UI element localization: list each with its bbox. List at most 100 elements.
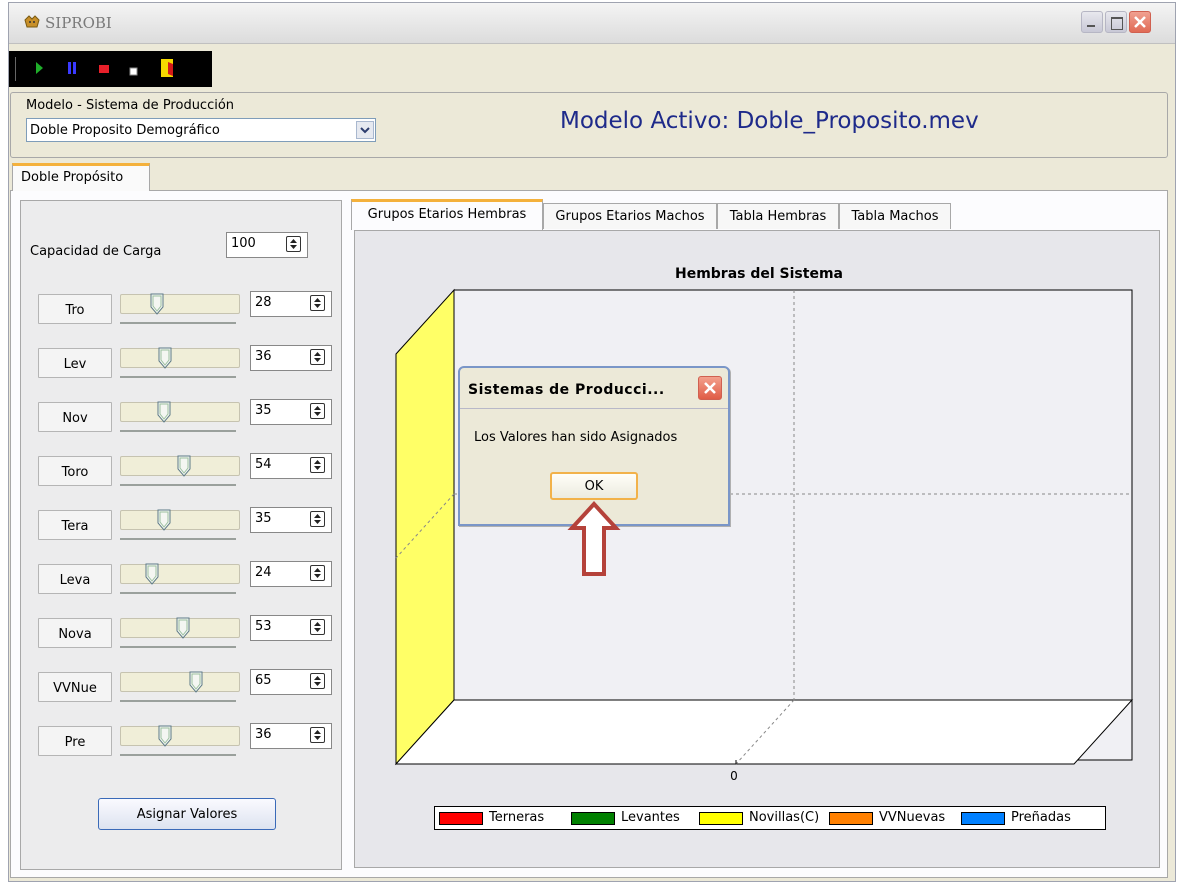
param-spinner-tro[interactable]: 28 xyxy=(250,291,332,317)
param-button-nova[interactable]: Nova xyxy=(38,618,112,648)
spinner-arrows-icon[interactable] xyxy=(310,403,325,419)
slider-thumb-icon[interactable] xyxy=(158,347,172,369)
step-icon[interactable] xyxy=(129,67,139,77)
slider-thumb-icon[interactable] xyxy=(150,293,164,315)
dropdown-button[interactable] xyxy=(356,121,374,139)
plot-side-wall xyxy=(395,288,455,766)
param-spinner-nov[interactable]: 35 xyxy=(250,399,332,425)
slider-track[interactable] xyxy=(120,348,240,368)
param-slider-toro[interactable] xyxy=(120,455,240,488)
tab-grupos-etarios-machos[interactable]: Grupos Etarios Machos xyxy=(543,203,717,229)
tab-grupos-etarios-hembras[interactable]: Grupos Etarios Hembras xyxy=(351,199,543,230)
toolbar-divider xyxy=(15,57,16,81)
tab-tabla-hembras[interactable]: Tabla Hembras xyxy=(717,203,839,229)
minimize-icon xyxy=(1087,25,1095,27)
param-button-tro[interactable]: Tro xyxy=(38,294,112,324)
chart-legend: Terneras Levantes Novillas(C) VVNuevas P… xyxy=(434,806,1106,830)
model-select[interactable]: Doble Proposito Demográfico xyxy=(26,118,376,142)
tab-label: Tabla Machos xyxy=(851,209,939,224)
spinner-arrows-icon[interactable] xyxy=(310,619,325,635)
slider-baseline xyxy=(120,376,236,378)
ok-label: OK xyxy=(584,479,604,494)
slider-thumb-icon[interactable] xyxy=(189,671,203,693)
slider-thumb-icon[interactable] xyxy=(158,725,172,747)
slider-track[interactable] xyxy=(120,510,240,530)
param-button-label: Nov xyxy=(62,411,88,426)
param-slider-pre[interactable] xyxy=(120,725,240,758)
legend-label: Levantes xyxy=(621,810,680,825)
slider-thumb-icon[interactable] xyxy=(157,509,171,531)
dialog-close-button[interactable] xyxy=(698,376,722,400)
slider-thumb-icon[interactable] xyxy=(145,563,159,585)
param-button-toro[interactable]: Toro xyxy=(38,456,112,486)
legend-swatch xyxy=(961,812,1005,825)
param-button-tera[interactable]: Tera xyxy=(38,510,112,540)
param-button-label: Tro xyxy=(65,303,85,318)
param-spinner-lev[interactable]: 36 xyxy=(250,345,332,371)
param-button-leva[interactable]: Leva xyxy=(38,564,112,594)
slider-baseline xyxy=(120,754,236,756)
toolbar xyxy=(9,51,212,87)
assign-values-button[interactable]: Asignar Valores xyxy=(98,798,276,830)
param-spinner-vvnue[interactable]: 65 xyxy=(250,669,332,695)
slider-thumb-icon[interactable] xyxy=(177,455,191,477)
param-button-pre[interactable]: Pre xyxy=(38,726,112,756)
param-spinner-tera[interactable]: 35 xyxy=(250,507,332,533)
param-spinner-leva[interactable]: 24 xyxy=(250,561,332,587)
spinner-arrows-icon[interactable] xyxy=(310,673,325,689)
minimize-button[interactable] xyxy=(1081,11,1103,33)
param-slider-lev[interactable] xyxy=(120,347,240,380)
param-button-label: Leva xyxy=(59,573,91,588)
param-slider-leva[interactable] xyxy=(120,563,240,596)
param-value: 28 xyxy=(255,295,272,310)
spinner-arrows-icon[interactable] xyxy=(286,236,301,252)
slider-track[interactable] xyxy=(120,294,240,314)
legend-swatch xyxy=(571,812,615,825)
param-button-nov[interactable]: Nov xyxy=(38,402,112,432)
param-value: 35 xyxy=(255,511,272,526)
tab-doble-proposito[interactable]: Doble Propósito xyxy=(12,163,150,191)
capacity-spinner[interactable]: 100 xyxy=(226,232,308,258)
assign-values-label: Asignar Valores xyxy=(136,807,238,822)
param-slider-vvnue[interactable] xyxy=(120,671,240,704)
param-slider-tera[interactable] xyxy=(120,509,240,542)
slider-track[interactable] xyxy=(120,726,240,746)
spinner-arrows-icon[interactable] xyxy=(310,349,325,365)
pause-icon[interactable] xyxy=(67,61,77,75)
param-slider-nov[interactable] xyxy=(120,401,240,434)
param-value: 24 xyxy=(255,565,272,580)
spinner-arrows-icon[interactable] xyxy=(310,295,325,311)
slider-baseline xyxy=(120,322,236,324)
param-slider-nova[interactable] xyxy=(120,617,240,650)
param-spinner-nova[interactable]: 53 xyxy=(250,615,332,641)
up-arrow-annotation-icon xyxy=(567,501,621,576)
param-button-label: Lev xyxy=(63,357,87,372)
ok-button[interactable]: OK xyxy=(550,472,638,500)
capacity-value: 100 xyxy=(231,236,256,251)
spinner-arrows-icon[interactable] xyxy=(310,565,325,581)
slider-thumb-icon[interactable] xyxy=(176,617,190,639)
spinner-arrows-icon[interactable] xyxy=(310,511,325,527)
slider-track[interactable] xyxy=(120,402,240,422)
close-window-button[interactable] xyxy=(1129,11,1151,33)
maximize-button[interactable] xyxy=(1105,11,1127,33)
exit-icon[interactable] xyxy=(159,58,175,78)
stop-icon[interactable] xyxy=(98,64,110,74)
slider-track[interactable] xyxy=(120,564,240,584)
spinner-arrows-icon[interactable] xyxy=(310,457,325,473)
title-bar[interactable]: SIPROBI xyxy=(9,3,1175,44)
x-tick-label: 0 xyxy=(730,769,738,783)
slider-track[interactable] xyxy=(120,672,240,692)
param-slider-tro[interactable] xyxy=(120,293,240,326)
spinner-arrows-icon[interactable] xyxy=(310,727,325,743)
param-button-label: Toro xyxy=(61,465,89,480)
tab-tabla-machos[interactable]: Tabla Machos xyxy=(839,203,951,229)
param-spinner-toro[interactable]: 54 xyxy=(250,453,332,479)
close-icon xyxy=(704,382,716,394)
param-button-vvnue[interactable]: VVNue xyxy=(38,672,112,702)
param-spinner-pre[interactable]: 36 xyxy=(250,723,332,749)
param-button-lev[interactable]: Lev xyxy=(38,348,112,378)
play-icon[interactable] xyxy=(35,61,45,75)
slider-thumb-icon[interactable] xyxy=(157,401,171,423)
legend-label: Terneras xyxy=(489,810,545,825)
